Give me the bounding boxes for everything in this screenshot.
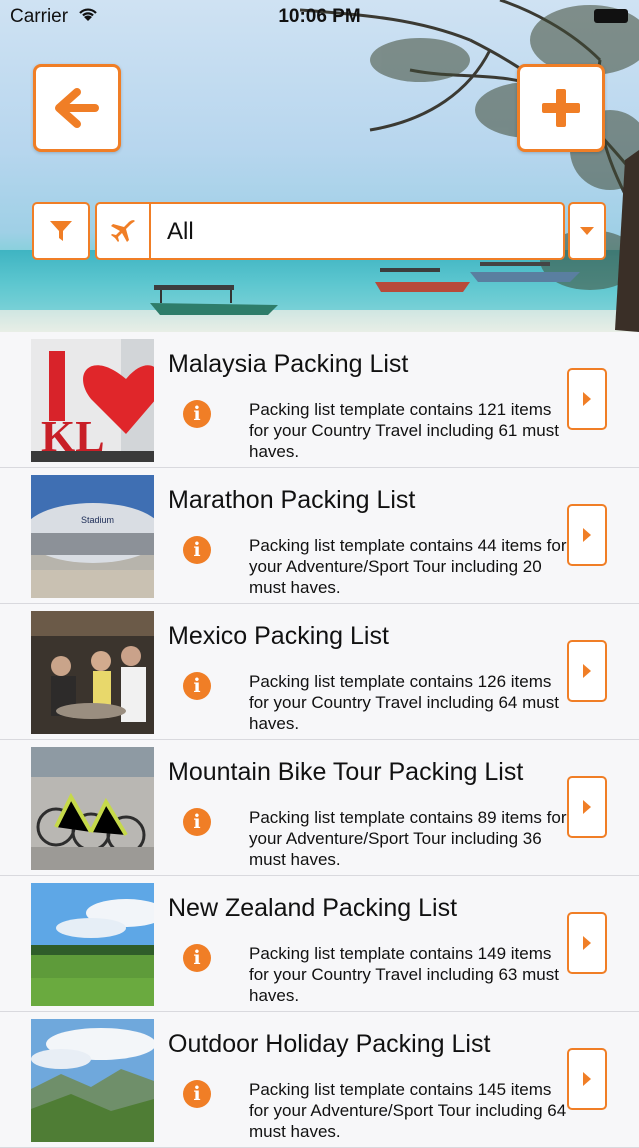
- arrow-left-icon: [55, 88, 99, 128]
- list-title: Outdoor Holiday Packing List: [168, 1030, 491, 1058]
- info-icon[interactable]: i: [183, 672, 211, 700]
- caret-right-icon: [583, 392, 591, 406]
- list-title: Mexico Packing List: [168, 622, 389, 650]
- boat: [470, 262, 580, 282]
- caret-right-icon: [583, 528, 591, 542]
- caret-right-icon: [583, 800, 591, 814]
- add-button[interactable]: [517, 64, 605, 152]
- list-title: Mountain Bike Tour Packing List: [168, 758, 524, 786]
- list-item[interactable]: Mountain Bike Tour Packing List i Packin…: [0, 740, 639, 876]
- caret-right-icon: [583, 1072, 591, 1086]
- open-list-button[interactable]: [567, 1048, 607, 1110]
- list-description: Packing list template contains 89 items …: [249, 808, 567, 869]
- list-item[interactable]: Outdoor Holiday Packing List i Packing l…: [0, 1012, 639, 1148]
- list-item[interactable]: Mexico Packing List i Packing list templ…: [0, 604, 639, 740]
- thumbnail-image: [31, 747, 154, 870]
- list-item[interactable]: KL Malaysia Packing List i Packing list …: [0, 332, 639, 468]
- dropdown-button[interactable]: [568, 202, 606, 260]
- list-description: Packing list template contains 44 items …: [249, 536, 567, 597]
- back-button[interactable]: [33, 64, 121, 152]
- category-select[interactable]: All: [95, 202, 565, 260]
- thumbnail-image: KL: [31, 339, 154, 462]
- status-bar: Carrier 10:06 PM: [0, 0, 639, 34]
- airplane-icon: [109, 218, 137, 251]
- open-list-button[interactable]: [567, 368, 607, 430]
- info-icon[interactable]: i: [183, 1080, 211, 1108]
- caret-right-icon: [583, 936, 591, 950]
- plus-icon: [542, 89, 580, 127]
- list-description: Packing list template contains 145 items…: [249, 1080, 567, 1141]
- list-title: New Zealand Packing List: [168, 894, 458, 922]
- thumbnail-image: [31, 883, 154, 1006]
- list-item[interactable]: Stadium Marathon Packing List i Packing …: [0, 468, 639, 604]
- open-list-button[interactable]: [567, 504, 607, 566]
- thumbnail-image: [31, 611, 154, 734]
- list-title: Malaysia Packing List: [168, 350, 409, 378]
- open-list-button[interactable]: [567, 776, 607, 838]
- boat: [150, 285, 278, 315]
- open-list-button[interactable]: [567, 912, 607, 974]
- packing-list-list: KL Malaysia Packing List i Packing list …: [0, 332, 639, 1148]
- battery-icon: [594, 9, 628, 23]
- header-background-image: [0, 0, 639, 332]
- info-icon[interactable]: i: [183, 944, 211, 972]
- list-description: Packing list template contains 126 items…: [249, 672, 559, 733]
- info-icon[interactable]: i: [183, 536, 211, 564]
- boat: [375, 268, 470, 292]
- filter-button[interactable]: [32, 202, 90, 260]
- funnel-icon: [50, 221, 72, 241]
- list-item[interactable]: New Zealand Packing List i Packing list …: [0, 876, 639, 1012]
- divider: [149, 204, 151, 258]
- status-time: 10:06 PM: [278, 6, 361, 27]
- thumbnail-image: [31, 1019, 154, 1142]
- thumbnail-image: Stadium: [31, 475, 154, 598]
- list-description: Packing list template contains 149 items…: [249, 944, 559, 1005]
- list-description: Packing list template contains 121 items…: [249, 400, 559, 461]
- caret-right-icon: [583, 664, 591, 678]
- open-list-button[interactable]: [567, 640, 607, 702]
- svg-text:Stadium: Stadium: [81, 515, 114, 525]
- category-value: All: [167, 218, 194, 245]
- caret-down-icon: [580, 227, 594, 235]
- list-title: Marathon Packing List: [168, 486, 416, 514]
- info-icon[interactable]: i: [183, 400, 211, 428]
- info-icon[interactable]: i: [183, 808, 211, 836]
